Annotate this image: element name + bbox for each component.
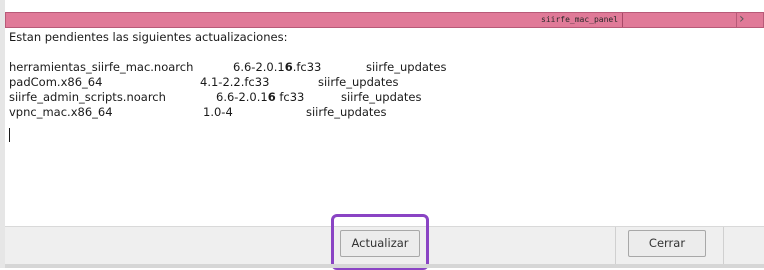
chevron-right-icon: › — [739, 11, 745, 27]
package-version: 6.6-2.0.16.fc33 — [233, 60, 321, 75]
update-row: vpnc_mac.x86_64 1.0-4 siirfe_updates — [9, 105, 387, 120]
version-suffix: fc33 — [275, 90, 305, 104]
window-title: siirfe_mac_panel — [541, 15, 619, 24]
window-bottom-edge — [5, 264, 764, 268]
update-row: siirfe_admin_scripts.noarch 6.6-2.0.16 f… — [9, 90, 422, 105]
update-row: padCom.x86_64 4.1-2.2.fc33 siirfe_update… — [9, 75, 399, 90]
package-repo: siirfe_updates — [366, 60, 447, 74]
version-text: 6.6-2.0.1 — [233, 60, 285, 74]
titlebar-close-control[interactable]: › — [736, 11, 764, 28]
top-strip — [0, 0, 764, 12]
package-version: 1.0-4 — [203, 105, 233, 119]
package-version: 4.1-2.2.fc33 — [200, 75, 270, 89]
button-bar-divider — [615, 227, 616, 265]
button-bar-divider — [723, 227, 724, 265]
version-bold: 6 — [267, 90, 276, 104]
version-suffix: .fc33 — [292, 60, 322, 74]
package-name: siirfe_admin_scripts.noarch — [9, 90, 166, 104]
highlight-box — [331, 214, 429, 270]
version-text: 6.6-2.0.1 — [216, 90, 268, 104]
updates-text-area[interactable]: Estan pendientes las siguientes actualiz… — [9, 30, 749, 230]
package-repo: siirfe_updates — [341, 90, 422, 104]
window-titlebar[interactable]: siirfe_mac_panel — [5, 12, 754, 28]
package-version: 6.6-2.0.16 fc33 — [216, 90, 304, 105]
package-name: herramientas_siirfe_mac.noarch — [9, 60, 194, 74]
update-row: herramientas_siirfe_mac.noarch 6.6-2.0.1… — [9, 60, 447, 75]
titlebar-separator — [622, 13, 623, 27]
version-bold: 6 — [284, 60, 293, 74]
text-cursor — [9, 128, 10, 142]
package-repo: siirfe_updates — [318, 75, 399, 89]
updates-header: Estan pendientes las siguientes actualiz… — [9, 30, 288, 44]
package-name: vpnc_mac.x86_64 — [9, 105, 113, 119]
close-button[interactable]: Cerrar — [628, 230, 706, 257]
package-repo: siirfe_updates — [306, 105, 387, 119]
package-name: padCom.x86_64 — [9, 75, 103, 89]
